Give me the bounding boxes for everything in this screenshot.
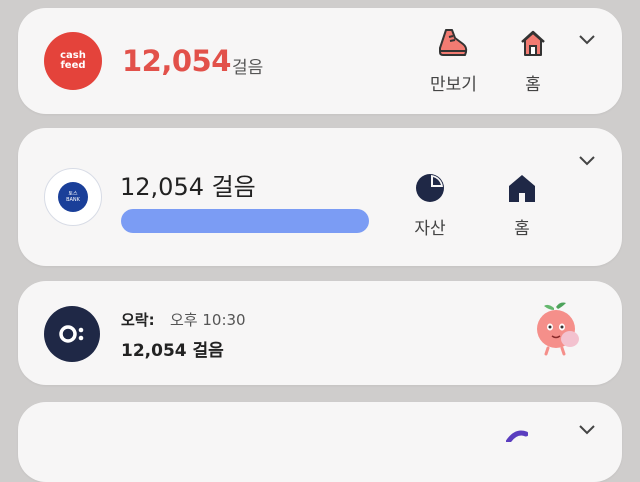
assets-label: 자산: [414, 219, 446, 239]
cashfeed-logo: cash feed: [44, 32, 102, 90]
notification-time: 오후 10:30: [170, 311, 246, 329]
next-widget-card[interactable]: [18, 402, 622, 482]
orak-logo-mark: [59, 325, 84, 343]
home-icon: [521, 30, 545, 56]
pedometer-button[interactable]: 만보기: [430, 26, 477, 95]
step-unit: 걸음: [232, 58, 264, 78]
step-count-text: 12,054 걸음: [121, 341, 224, 361]
home-button[interactable]: 홈: [506, 172, 538, 239]
home-label: 홈: [514, 219, 530, 239]
orak-widget-card[interactable]: 오락: 오후 10:30 12,054 걸음: [18, 281, 622, 385]
home-icon: [509, 175, 535, 202]
chevron-down-icon[interactable]: [578, 155, 596, 167]
peach-mascot-icon: [537, 302, 579, 356]
bank-logo-subtext: BANK: [66, 197, 80, 203]
chevron-down-icon[interactable]: [578, 34, 596, 46]
bank-logo: 토스 BANK: [44, 168, 102, 226]
chevron-down-icon[interactable]: [578, 424, 596, 436]
home-button[interactable]: 홈: [518, 28, 548, 95]
step-count-text: 12,054 걸음: [120, 173, 256, 201]
orak-logo: [44, 306, 100, 362]
step-progress-bar: [121, 209, 369, 233]
bank-logo-badge: 토스 BANK: [58, 182, 88, 212]
logo-text-line2: feed: [60, 60, 86, 71]
step-count: 12,054: [122, 44, 231, 78]
pedometer-label: 만보기: [430, 75, 477, 95]
partial-purple-icon: [506, 430, 528, 442]
bank-widget-card[interactable]: 토스 BANK 12,054 걸음 자산 홈: [18, 128, 622, 266]
assets-button[interactable]: 자산: [414, 172, 446, 239]
cashfeed-widget-card[interactable]: cash feed 12,054 걸음 만보기 홈: [18, 8, 622, 114]
sneaker-icon: [439, 29, 468, 56]
pie-chart-icon: [416, 174, 444, 202]
home-label: 홈: [525, 75, 541, 95]
app-name: 오락:: [121, 311, 155, 329]
